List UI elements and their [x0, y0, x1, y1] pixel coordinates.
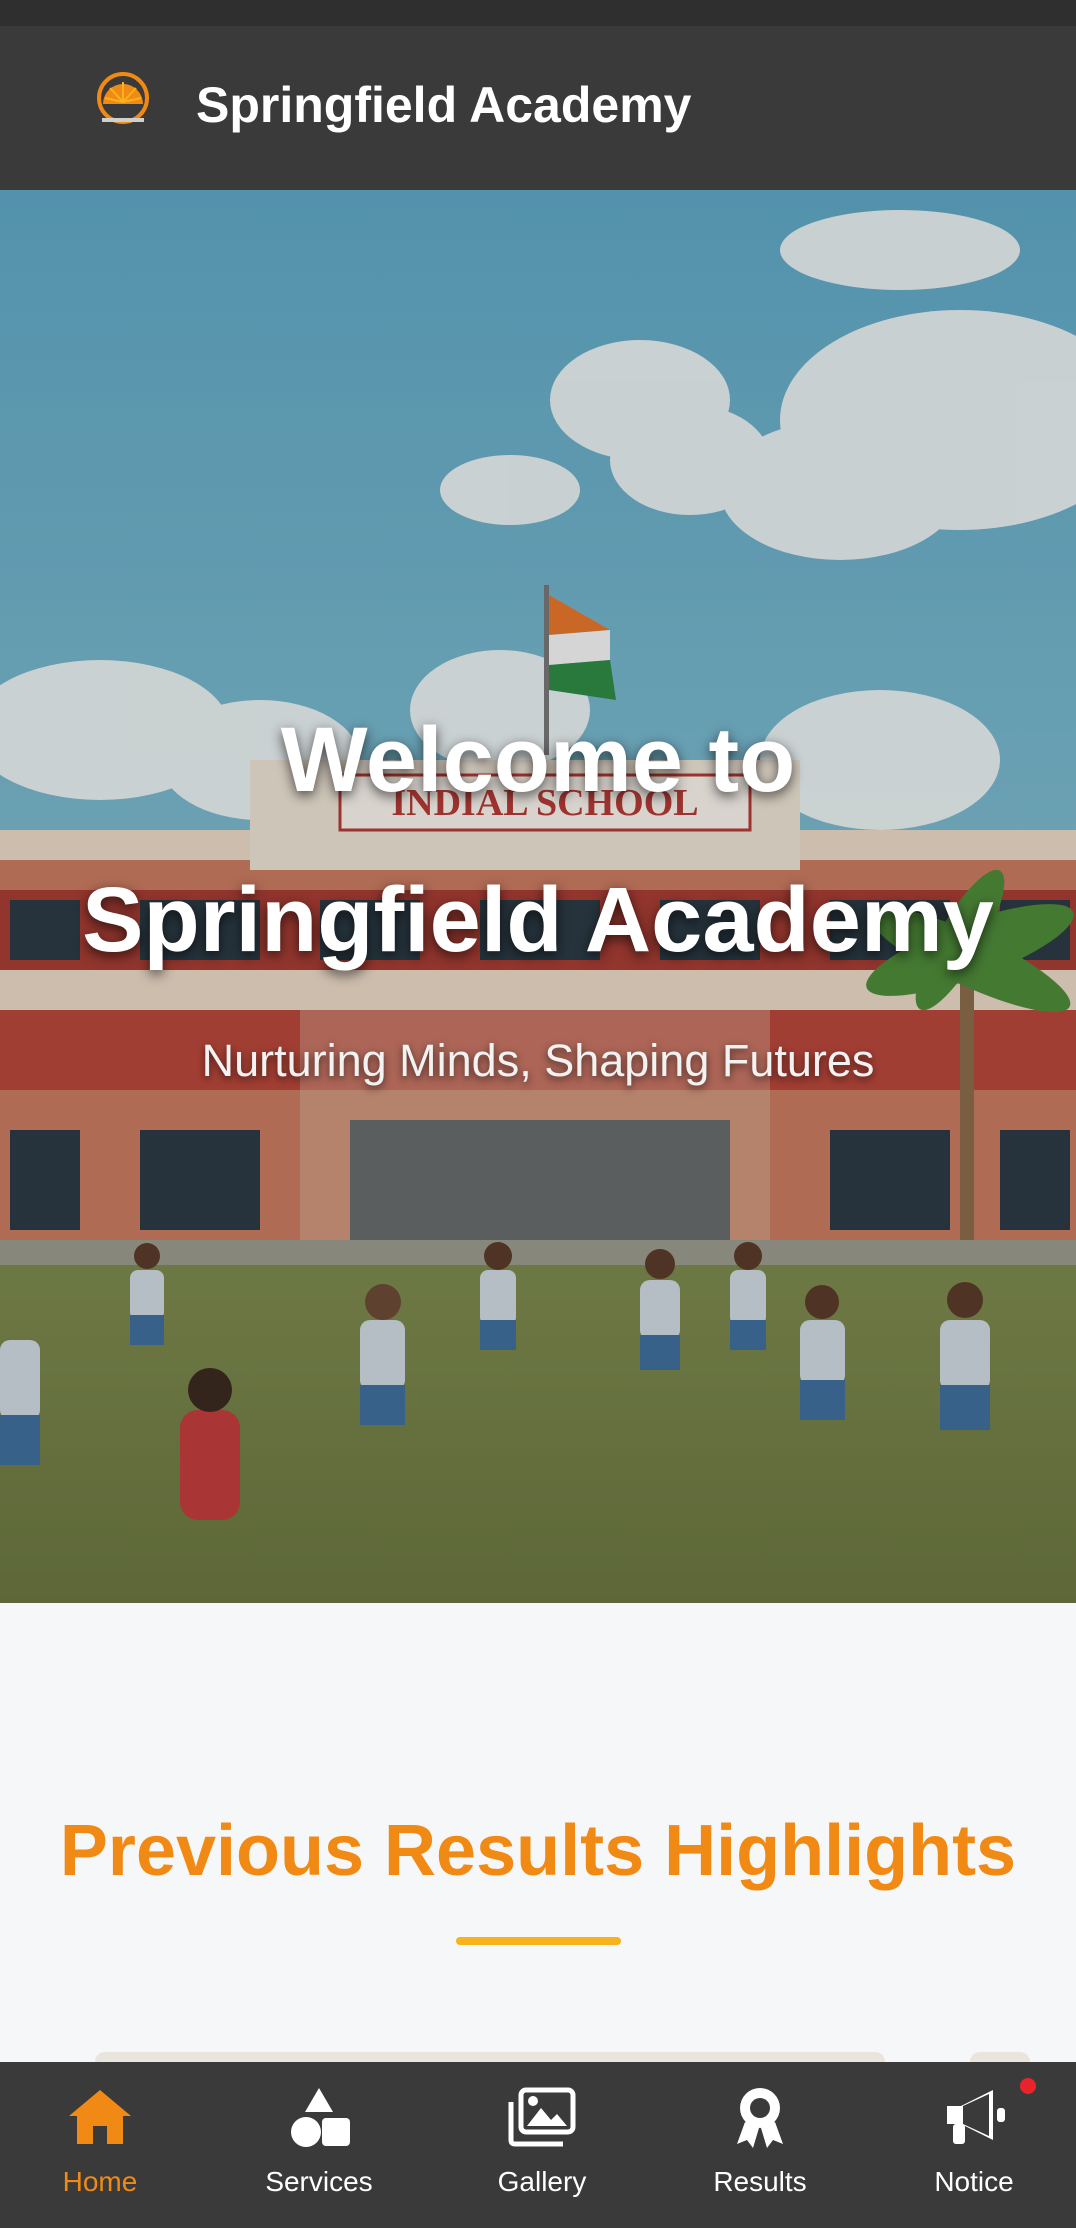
bottom-navigation: Home Services Gallery Results Notice [0, 2062, 1076, 2228]
nav-item-results[interactable]: Results [670, 2062, 850, 2228]
home-icon [69, 2090, 131, 2144]
hero-title-line2: Springfield Academy [82, 869, 994, 971]
megaphone-icon [947, 2090, 1005, 2144]
hero-banner: INDIAL SCHOOL Welcome to Springfield Aca… [0, 190, 1076, 1603]
section-underline [456, 1937, 621, 1945]
nav-label-gallery: Gallery [497, 2166, 587, 2197]
app-title: Springfield Academy [196, 77, 692, 133]
nav-label-notice: Notice [934, 2166, 1014, 2197]
nav-item-home[interactable]: Home [10, 2062, 190, 2228]
images-icon [508, 2087, 576, 2147]
shapes-icon [291, 2088, 350, 2147]
nav-item-services[interactable]: Services [229, 2062, 409, 2228]
nav-label-results: Results [713, 2166, 807, 2197]
nav-item-gallery[interactable]: Gallery [452, 2062, 632, 2228]
notice-badge [1020, 2078, 1036, 2094]
hero-subtitle: Nurturing Minds, Shaping Futures [201, 1035, 875, 1086]
nav-item-notice[interactable]: Notice [884, 2062, 1064, 2228]
hero-title-line1: Welcome to [280, 709, 796, 811]
sunburst-logo-icon [97, 72, 149, 124]
status-bar [0, 0, 1076, 26]
nav-label-home: Home [62, 2166, 138, 2197]
nav-label-services: Services [265, 2166, 373, 2197]
app-header: Springfield Academy [0, 26, 1076, 190]
award-icon [737, 2088, 783, 2148]
hero-title: Welcome to Springfield Academy [0, 680, 1076, 1000]
section-title: Previous Results Highlights [59, 1811, 1017, 1891]
